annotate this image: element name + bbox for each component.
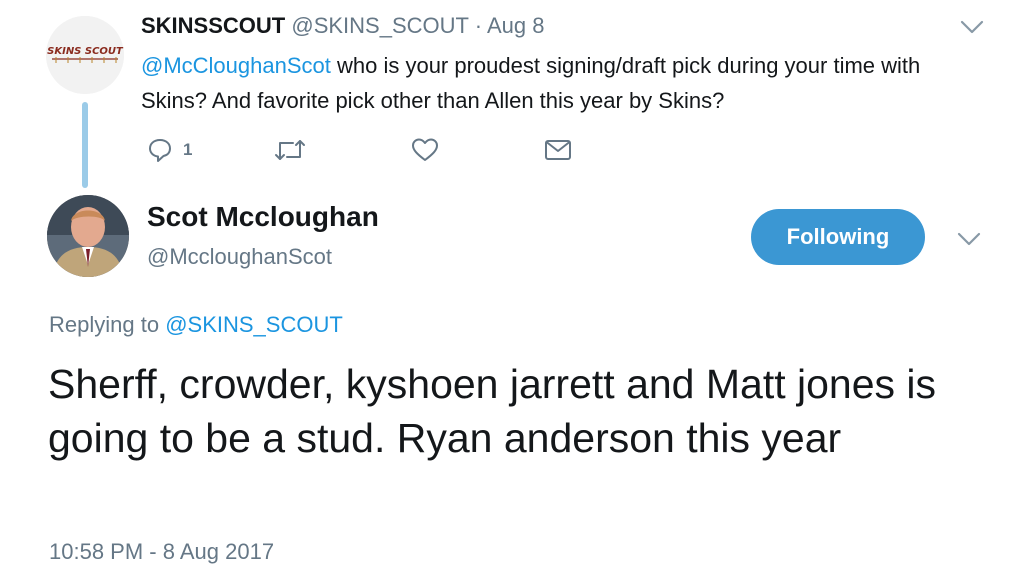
retweet-button[interactable]	[273, 134, 307, 166]
like-button[interactable]	[411, 134, 439, 166]
following-button[interactable]: Following	[751, 209, 925, 265]
chevron-down-icon[interactable]	[955, 228, 983, 250]
main-avatar[interactable]	[47, 195, 129, 277]
reply-count: 1	[183, 140, 193, 159]
replying-prefix: Replying to	[49, 312, 166, 337]
parent-handle[interactable]: @SKINS_SCOUT	[291, 13, 468, 38]
message-icon	[543, 137, 573, 163]
like-icon	[411, 137, 439, 163]
retweet-icon	[273, 137, 307, 163]
replying-to-line: Replying to @SKINS_SCOUT	[49, 312, 343, 338]
parent-text-line1: who is your proudest signing/draft pick …	[330, 53, 921, 78]
tweet-actions: 1	[141, 134, 601, 166]
parent-text-line2: Skins? And favorite pick other than Alle…	[141, 88, 725, 113]
parent-separator: ·	[474, 13, 483, 38]
avatar-logo-text: SKINS SCOUT	[47, 46, 124, 57]
reply-icon	[147, 137, 173, 163]
main-display-name[interactable]: Scot Mccloughan	[147, 201, 379, 233]
parent-mention-link[interactable]: @McCloughanScot	[141, 53, 331, 78]
parent-tweet-text: @McCloughanScot who is your proudest sig…	[141, 48, 1001, 118]
replying-to-link[interactable]: @SKINS_SCOUT	[165, 312, 343, 337]
thread-connector-line	[82, 102, 88, 188]
reply-button[interactable]: 1	[147, 134, 192, 166]
parent-date[interactable]: Aug 8	[487, 13, 545, 38]
parent-tweet-header: SKINSSCOUT @SKINS_SCOUT · Aug 8	[141, 13, 544, 39]
parent-display-name[interactable]: SKINSSCOUT	[141, 13, 285, 38]
chevron-down-icon[interactable]	[958, 16, 986, 38]
direct-message-button[interactable]	[543, 134, 573, 166]
main-tweet-text: Sherff, crowder, kyshoen jarrett and Mat…	[48, 361, 937, 461]
main-handle[interactable]: @MccloughanScot	[147, 244, 332, 270]
tweet-timestamp[interactable]: 10:58 PM - 8 Aug 2017	[49, 539, 274, 565]
parent-avatar[interactable]: SKINS SCOUT	[46, 16, 124, 94]
